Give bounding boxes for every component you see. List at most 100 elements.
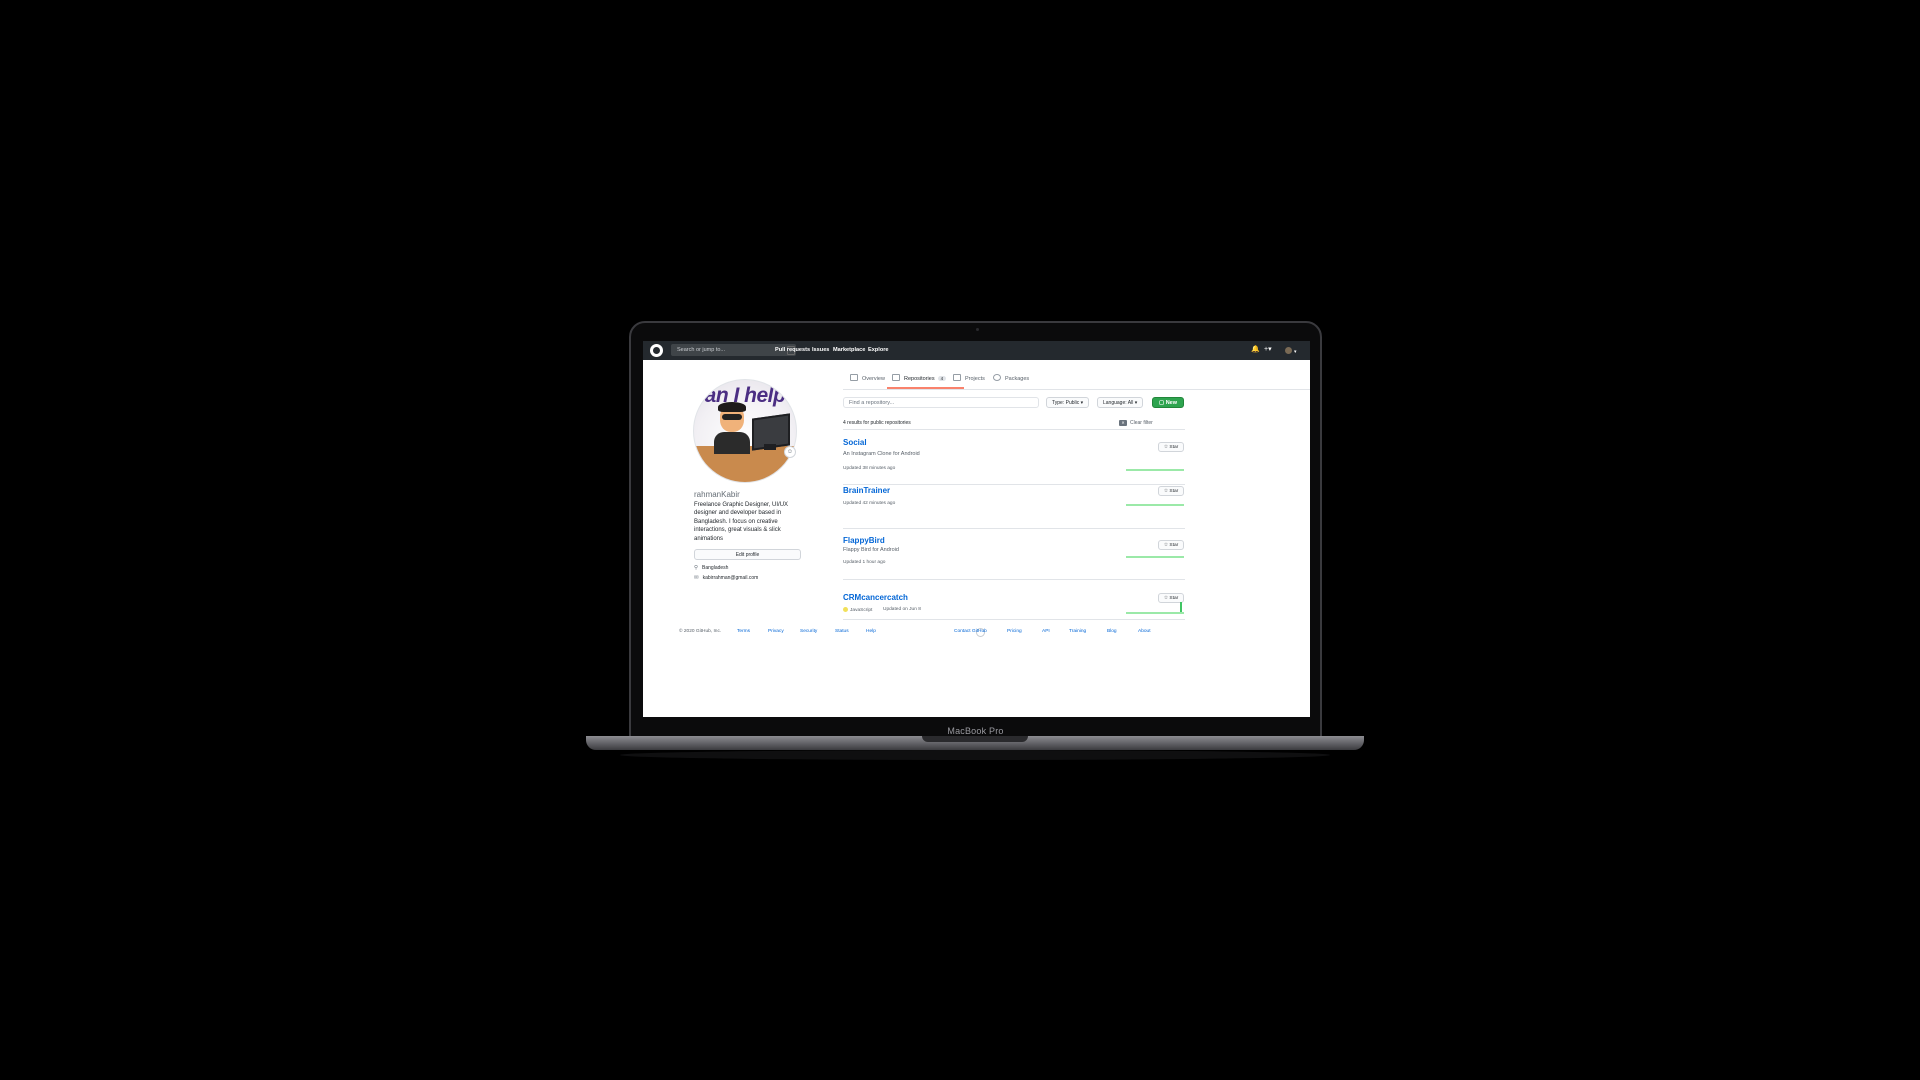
star-button[interactable]: ☆ Star <box>1158 540 1184 550</box>
tab-projects[interactable]: Projects <box>953 374 985 382</box>
star-button[interactable]: ☆ Star <box>1158 486 1184 496</box>
language-label: JavaScript <box>850 608 873 613</box>
nav-pull-requests[interactable]: Pull requests <box>775 347 810 353</box>
page-footer: © 2020 GitHub, Inc. Terms Privacy Securi… <box>643 626 1310 646</box>
laptop-base <box>586 736 1364 750</box>
star-label: Star <box>1169 445 1179 450</box>
github-logo-icon[interactable] <box>650 344 663 357</box>
footer-link-pricing[interactable]: Pricing <box>1007 629 1022 634</box>
repo-icon <box>892 374 900 381</box>
close-icon: ✕ <box>1119 420 1127 426</box>
activity-graph <box>1126 556 1184 558</box>
star-icon: ☆ <box>1163 445 1169 450</box>
repo-updated: Updated on Jun 8 <box>883 607 921 612</box>
repo-updated: Updated 1 hour ago <box>843 560 886 565</box>
user-avatar-menu[interactable] <box>1285 347 1292 354</box>
tab-repositories[interactable]: Repositories 4 <box>892 374 947 382</box>
type-filter-label: Type: Public <box>1052 400 1080 406</box>
tab-projects-label: Projects <box>965 376 985 382</box>
repo-icon: ▢ <box>1158 400 1165 406</box>
star-icon: ☆ <box>1163 489 1169 494</box>
edit-profile-button[interactable]: Edit profile <box>694 549 801 560</box>
repo-updated: Updated 38 minutes ago <box>843 466 896 471</box>
footer-link-status[interactable]: Status <box>835 629 849 634</box>
star-label: Star <box>1169 489 1179 494</box>
github-header: / Pull requests Issues Marketplace Explo… <box>643 341 1310 360</box>
mail-icon: ✉ <box>694 575 699 581</box>
tab-overview-label: Overview <box>862 376 885 382</box>
star-icon: ☆ <box>1163 596 1169 601</box>
profile-avatar[interactable]: Can I help you. <box>693 379 797 483</box>
camera <box>976 328 979 331</box>
nav-issues[interactable]: Issues <box>812 347 829 353</box>
clear-filter-label: Clear filter <box>1130 420 1153 426</box>
repo-name-link[interactable]: CRMcancercatch <box>843 593 908 602</box>
repo-name-link[interactable]: FlappyBird <box>843 536 885 545</box>
clear-filter-link[interactable]: ✕ Clear filter <box>1119 420 1153 426</box>
type-filter-dropdown[interactable]: Type: Public ▾ <box>1046 397 1090 408</box>
star-button[interactable]: ☆ Star <box>1158 442 1184 452</box>
footer-link-training[interactable]: Training <box>1069 629 1086 634</box>
avatar-body <box>714 432 750 454</box>
profile-bio: Freelance Graphic Designer, UI/UX design… <box>694 502 789 542</box>
activity-graph <box>1126 504 1184 506</box>
footer-link-security[interactable]: Security <box>800 629 817 634</box>
new-repository-button[interactable]: ▢ New <box>1152 397 1184 408</box>
chevron-down-icon[interactable]: ▾ <box>1294 347 1297 357</box>
footer-link-privacy[interactable]: Privacy <box>768 629 784 634</box>
location-pin-icon: ⚲ <box>694 565 699 571</box>
tabs-divider <box>843 389 1310 390</box>
profile-username: rahmanKabir <box>694 490 740 499</box>
footer-link-api[interactable]: API <box>1042 629 1050 634</box>
set-status-smiley-icon[interactable]: ☺ <box>784 446 796 458</box>
star-label: Star <box>1169 543 1179 548</box>
find-repository-input[interactable] <box>843 397 1039 408</box>
star-label: Star <box>1169 596 1179 601</box>
caret-down-icon: ▾ <box>1080 400 1084 406</box>
footer-link-about[interactable]: About <box>1138 629 1151 634</box>
footer-link-help[interactable]: Help <box>866 629 876 634</box>
repo-list-item: Social An Instagram Clone for Android Up… <box>843 438 1185 485</box>
list-divider <box>843 429 1185 430</box>
language-filter-label: Language: All <box>1103 400 1134 406</box>
bell-icon[interactable]: 🔔 <box>1251 345 1260 355</box>
location-text: Bangladesh <box>702 565 729 571</box>
footer-link-blog[interactable]: Blog <box>1107 629 1117 634</box>
activity-graph <box>1126 469 1184 471</box>
tab-packages-label: Packages <box>1005 376 1030 382</box>
tab-packages[interactable]: Packages <box>993 374 1029 382</box>
nav-explore[interactable]: Explore <box>868 347 889 353</box>
nav-marketplace[interactable]: Marketplace <box>833 347 865 353</box>
footer-link-terms[interactable]: Terms <box>737 629 750 634</box>
repo-language: JavaScript <box>843 607 872 613</box>
repo-list-item: BrainTrainer Updated 42 minutes ago ☆ St… <box>843 486 1185 529</box>
star-icon: ☆ <box>1163 543 1169 548</box>
caret-down-icon: ▾ <box>1134 400 1138 406</box>
language-filter-dropdown[interactable]: Language: All ▾ <box>1097 397 1144 408</box>
repo-count-badge: 4 <box>937 376 947 381</box>
device-brand-label: MacBook Pro <box>947 726 1004 736</box>
repo-name-link[interactable]: Social <box>843 438 867 447</box>
repo-list-item: CRMcancercatch JavaScript Updated on Jun… <box>843 593 1185 620</box>
profile-location: ⚲ Bangladesh <box>694 565 728 571</box>
laptop-shadow <box>620 750 1330 760</box>
profile-email[interactable]: ✉ kabirrahman@gmail.com <box>694 575 758 581</box>
laptop-lid: / Pull requests Issues Marketplace Explo… <box>629 321 1322 738</box>
tab-overview[interactable]: Overview <box>850 374 885 382</box>
avatar-hair <box>718 402 746 412</box>
footer-link-contact[interactable]: Contact GitHub <box>954 629 987 634</box>
repo-description: Flappy Bird for Android <box>843 547 899 553</box>
repo-name-link[interactable]: BrainTrainer <box>843 486 890 495</box>
repo-list-item: FlappyBird Flappy Bird for Android Updat… <box>843 536 1185 580</box>
laptop-screen: / Pull requests Issues Marketplace Explo… <box>643 341 1310 717</box>
tab-repositories-label: Repositories <box>904 376 935 382</box>
repo-updated: Updated 42 minutes ago <box>843 501 896 506</box>
plus-dropdown-icon[interactable]: +▾ <box>1264 345 1272 355</box>
project-icon <box>953 374 961 381</box>
package-icon <box>993 374 1001 381</box>
footer-copyright: © 2020 GitHub, Inc. <box>679 629 722 634</box>
email-text[interactable]: kabirrahman@gmail.com <box>703 575 759 581</box>
avatar-glasses <box>722 414 742 420</box>
activity-graph <box>1126 612 1184 614</box>
results-summary: 4 results for public repositories <box>843 420 911 426</box>
